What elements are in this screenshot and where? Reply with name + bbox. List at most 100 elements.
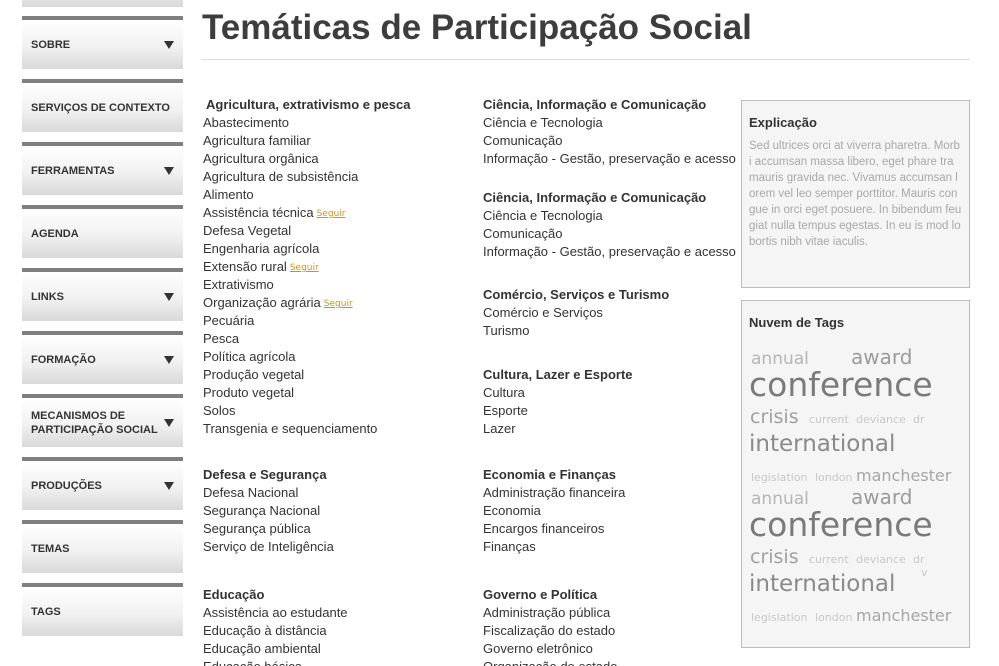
follow-link[interactable]: Seguir <box>317 209 346 219</box>
sidebar-item-producoes[interactable]: PRODUÇÕES <box>22 457 183 510</box>
tag-dr[interactable]: dr <box>913 413 925 426</box>
theme-item[interactable]: Comunicação <box>483 225 753 243</box>
theme-item[interactable]: Finanças <box>483 538 753 556</box>
theme-item[interactable]: Alimento <box>203 186 473 204</box>
theme-item[interactable]: Serviço de Inteligência <box>203 538 473 556</box>
theme-item[interactable]: Extrativismo <box>203 276 473 294</box>
sidebar-item-links[interactable]: LINKS <box>22 268 183 321</box>
theme-item[interactable]: Segurança pública <box>203 520 473 538</box>
sidebar-item-formacao[interactable]: FORMAÇÃO <box>22 331 183 384</box>
theme-item[interactable]: Produção vegetal <box>203 366 473 384</box>
theme-item[interactable]: Produto vegetal <box>203 384 473 402</box>
theme-item[interactable]: Política agrícola <box>203 348 473 366</box>
theme-item[interactable]: Turismo <box>483 322 753 340</box>
sidebar-item-tags[interactable]: TAGS <box>22 583 183 636</box>
theme-item[interactable]: Pesca <box>203 330 473 348</box>
tag-crisis[interactable]: crisis <box>750 546 799 568</box>
theme-item[interactable]: Defesa Nacional <box>203 484 473 502</box>
tag-conference[interactable]: conference <box>749 365 933 404</box>
tag-deviance[interactable]: deviance <box>856 553 906 566</box>
follow-link[interactable]: Seguir <box>324 299 353 309</box>
theme-item[interactable]: Encargos financeiros <box>483 520 753 538</box>
theme-item[interactable]: Assistência técnica Seguir <box>203 204 473 222</box>
theme-item[interactable]: Pecuária <box>203 312 473 330</box>
tag-current[interactable]: current <box>809 413 849 426</box>
triangle-down-icon <box>164 40 174 49</box>
sidebar-item-label: AGENDA <box>31 227 79 240</box>
group-title: Ciência, Informação e Comunicação <box>483 97 707 112</box>
sidebar-item-ferramentas[interactable]: FERRAMENTAS <box>22 142 183 195</box>
theme-item[interactable]: Educação básica <box>203 658 473 666</box>
theme-item[interactable]: Assistência ao estudante <box>203 604 473 622</box>
group-title: Defesa e Segurança <box>203 467 327 482</box>
theme-list: Ciência e Tecnologia Comunicação Informa… <box>483 114 753 168</box>
tag-international[interactable]: international <box>749 431 895 457</box>
theme-item[interactable]: Agricultura de subsistência <box>203 168 473 186</box>
sidebar-item-label: FERRAMENTAS <box>31 164 115 177</box>
tag-manchester[interactable]: manchester <box>856 606 951 625</box>
sidebar-item-temas[interactable]: TEMAS <box>22 520 183 573</box>
sidebar-item-label: LINKS <box>31 290 64 303</box>
tag-legislation[interactable]: legislation <box>751 611 807 624</box>
theme-item[interactable]: Lazer <box>483 420 753 438</box>
theme-item[interactable]: Cultura <box>483 384 753 402</box>
sidebar-item-servicos-de-contexto[interactable]: SERVIÇOS DE CONTEXTO <box>22 79 183 132</box>
theme-item[interactable]: Fiscalização do estado <box>483 622 753 640</box>
follow-link[interactable]: Seguir <box>290 263 319 273</box>
theme-item[interactable]: Solos <box>203 402 473 420</box>
theme-item[interactable]: Educação à distância <box>203 622 473 640</box>
theme-item[interactable]: Transgenia e sequenciamento <box>203 420 473 438</box>
theme-item[interactable]: Governo eletrônico <box>483 640 753 658</box>
theme-item[interactable]: Defesa Vegetal <box>203 222 473 240</box>
theme-item[interactable]: Ciência e Tecnologia <box>483 114 753 132</box>
group-ciencia-2: Ciência, Informação e Comunicação Ciênci… <box>483 189 753 261</box>
group-title: Cultura, Lazer e Esporte <box>483 367 633 382</box>
tag-london[interactable]: london <box>815 471 852 484</box>
tag-crisis[interactable]: crisis <box>750 406 799 428</box>
sidebar-item-label: FORMAÇÃO <box>31 353 96 366</box>
tag-dr[interactable]: dr <box>913 553 925 566</box>
theme-item[interactable]: Extensão rural Seguir <box>203 258 473 276</box>
tag-legislation[interactable]: legislation <box>751 471 807 484</box>
explicacao-text: Sed ultrices orci at viverra pharetra. M… <box>749 140 962 248</box>
theme-item[interactable]: Economia <box>483 502 753 520</box>
theme-item[interactable]: Administração financeira <box>483 484 753 502</box>
theme-item[interactable]: Agricultura orgânica <box>203 150 473 168</box>
tag-v[interactable]: v <box>921 566 928 579</box>
group-economia: Economia e Finanças Administração financ… <box>483 466 753 556</box>
tag-cloud: annual award conference crisis current d… <box>749 339 964 639</box>
theme-item[interactable]: Abastecimento <box>203 114 473 132</box>
group-title: Comércio, Serviços e Turismo <box>483 287 670 302</box>
sidebar-item-label: PRODUÇÕES <box>31 479 102 492</box>
theme-item[interactable]: Esporte <box>483 402 753 420</box>
group-comercio: Comércio, Serviços e Turismo Comércio e … <box>483 286 753 340</box>
theme-item[interactable]: Ciência e Tecnologia <box>483 207 753 225</box>
group-cultura: Cultura, Lazer e Esporte Cultura Esporte… <box>483 366 753 438</box>
theme-item[interactable]: Comunicação <box>483 132 753 150</box>
theme-item[interactable]: Comércio e Serviços <box>483 304 753 322</box>
tag-international[interactable]: international <box>749 571 895 597</box>
tag-deviance[interactable]: deviance <box>856 413 906 426</box>
theme-item[interactable]: Educação ambiental <box>203 640 473 658</box>
sidebar-item-mecanismos[interactable]: MECANISMOS DE PARTICIPAÇÃO SOCIAL <box>22 394 183 447</box>
group-governo: Governo e Política Administração pública… <box>483 586 753 666</box>
theme-item[interactable]: Segurança Nacional <box>203 502 473 520</box>
theme-item[interactable]: Informação - Gestão, preservação e acess… <box>483 150 753 168</box>
theme-item[interactable]: Agricultura familiar <box>203 132 473 150</box>
theme-item[interactable]: Organização agrária Seguir <box>203 294 473 312</box>
tag-manchester[interactable]: manchester <box>856 466 951 485</box>
sidebar-item-agenda[interactable]: AGENDA <box>22 205 183 258</box>
tag-london[interactable]: london <box>815 611 852 624</box>
theme-item[interactable]: Administração pública <box>483 604 753 622</box>
theme-item[interactable]: Organização do estado <box>483 658 753 666</box>
theme-list: Ciência e Tecnologia Comunicação Informa… <box>483 207 753 261</box>
tag-conference[interactable]: conference <box>749 505 933 544</box>
tag-current[interactable]: current <box>809 553 849 566</box>
theme-item[interactable]: Engenharia agrícola <box>203 240 473 258</box>
sidebar-item-sobre[interactable]: SOBRE <box>22 16 183 69</box>
sidebar-item-top[interactable] <box>22 0 183 7</box>
sidebar-item-label: TAGS <box>31 605 61 618</box>
theme-list: Assistência ao estudante Educação à dist… <box>203 604 473 666</box>
theme-item[interactable]: Informação - Gestão, preservação e acess… <box>483 243 753 261</box>
group-agricultura: Agricultura, extrativismo e pesca Abaste… <box>203 96 473 438</box>
